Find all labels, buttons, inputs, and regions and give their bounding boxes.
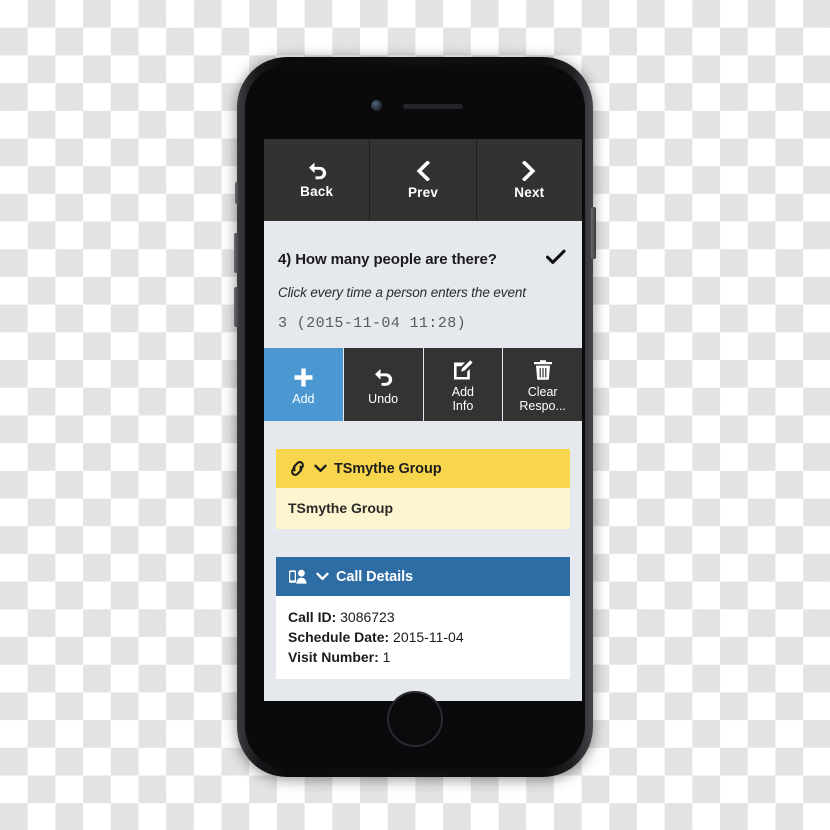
- detail-label: Schedule Date:: [288, 629, 390, 645]
- detail-row-visit-number: Visit Number: 1: [288, 647, 558, 667]
- volume-up-button[interactable]: [234, 233, 239, 273]
- call-details-panel-header[interactable]: Call Details: [276, 557, 570, 596]
- back-button-label: Back: [300, 184, 334, 199]
- group-panel-title: TSmythe Group: [334, 460, 442, 477]
- question-row: 4) How many people are there?: [278, 249, 568, 269]
- trash-icon: [533, 358, 553, 382]
- volume-down-button[interactable]: [234, 287, 239, 327]
- chevron-left-icon: [415, 160, 431, 181]
- detail-row-call-id: Call ID: 3086723: [288, 607, 558, 627]
- prev-button[interactable]: Prev: [370, 139, 477, 221]
- prev-button-label: Prev: [407, 184, 439, 200]
- phone-person-icon: [288, 568, 309, 585]
- form-content: 4) How many people are there? Click ever…: [264, 221, 582, 701]
- back-button[interactable]: Back: [264, 139, 371, 221]
- call-details-panel-body: Call ID: 3086723 Schedule Date: 2015-11-…: [276, 596, 570, 679]
- add-button[interactable]: Add: [264, 348, 344, 421]
- phone-screen: Back Prev Next 4) How many people are th…: [264, 139, 582, 701]
- home-button[interactable]: [387, 691, 443, 747]
- detail-label: Call ID:: [288, 609, 337, 625]
- call-details-panel: Call Details Call ID: 3086723 Schedule D…: [276, 557, 570, 679]
- next-button[interactable]: Next: [476, 139, 582, 221]
- undo-button-label: Undo: [368, 392, 399, 406]
- earpiece-speaker-icon: [403, 104, 463, 109]
- detail-value: 2015-11-04: [393, 629, 464, 645]
- detail-row-schedule-date: Schedule Date: 2015-11-04: [288, 627, 558, 647]
- response-value: 3 (2015-11-04 11:28): [278, 315, 467, 332]
- top-navigation-bar: Back Prev Next: [264, 139, 582, 221]
- phone-bezel: Back Prev Next 4) How many people are th…: [245, 65, 585, 769]
- add-info-button[interactable]: Add Info: [423, 348, 504, 421]
- call-details-panel-title: Call Details: [336, 568, 413, 585]
- front-camera-icon: [371, 100, 382, 111]
- question-title: 4) How many people are there?: [278, 250, 497, 268]
- group-panel: TSmythe Group TSmythe Group: [276, 449, 570, 529]
- next-button-label: Next: [514, 184, 545, 200]
- group-panel-body: TSmythe Group: [276, 488, 570, 529]
- undo-arrow-icon: [372, 365, 394, 389]
- add-info-button-label: Add Info: [451, 385, 474, 413]
- undo-arrow-icon: [306, 161, 328, 180]
- question-instruction: Click every time a person enters the eve…: [278, 285, 526, 300]
- edit-note-icon: [452, 358, 474, 382]
- clear-response-button[interactable]: Clear Respo...: [503, 348, 582, 421]
- chevron-right-icon: [521, 160, 537, 181]
- checkmark-icon: [545, 249, 568, 269]
- chevron-down-icon: [314, 463, 327, 475]
- detail-value: 3086723: [340, 609, 395, 625]
- clear-response-button-label: Clear Respo...: [519, 385, 566, 413]
- link-chain-icon: [288, 460, 307, 477]
- chevron-down-icon: [316, 571, 329, 583]
- phone-device: Back Prev Next 4) How many people are th…: [234, 57, 596, 777]
- action-button-row: Add Undo Add Info Clear Respo...: [264, 348, 582, 421]
- silent-switch[interactable]: [235, 182, 239, 204]
- detail-value: 1: [382, 649, 391, 665]
- detail-label: Visit Number:: [288, 649, 379, 665]
- undo-button[interactable]: Undo: [343, 348, 424, 421]
- plus-icon: [293, 365, 314, 389]
- group-panel-header[interactable]: TSmythe Group: [276, 449, 570, 488]
- question-block: 4) How many people are there? Click ever…: [264, 221, 582, 332]
- power-button[interactable]: [591, 207, 596, 259]
- add-button-label: Add: [292, 392, 315, 406]
